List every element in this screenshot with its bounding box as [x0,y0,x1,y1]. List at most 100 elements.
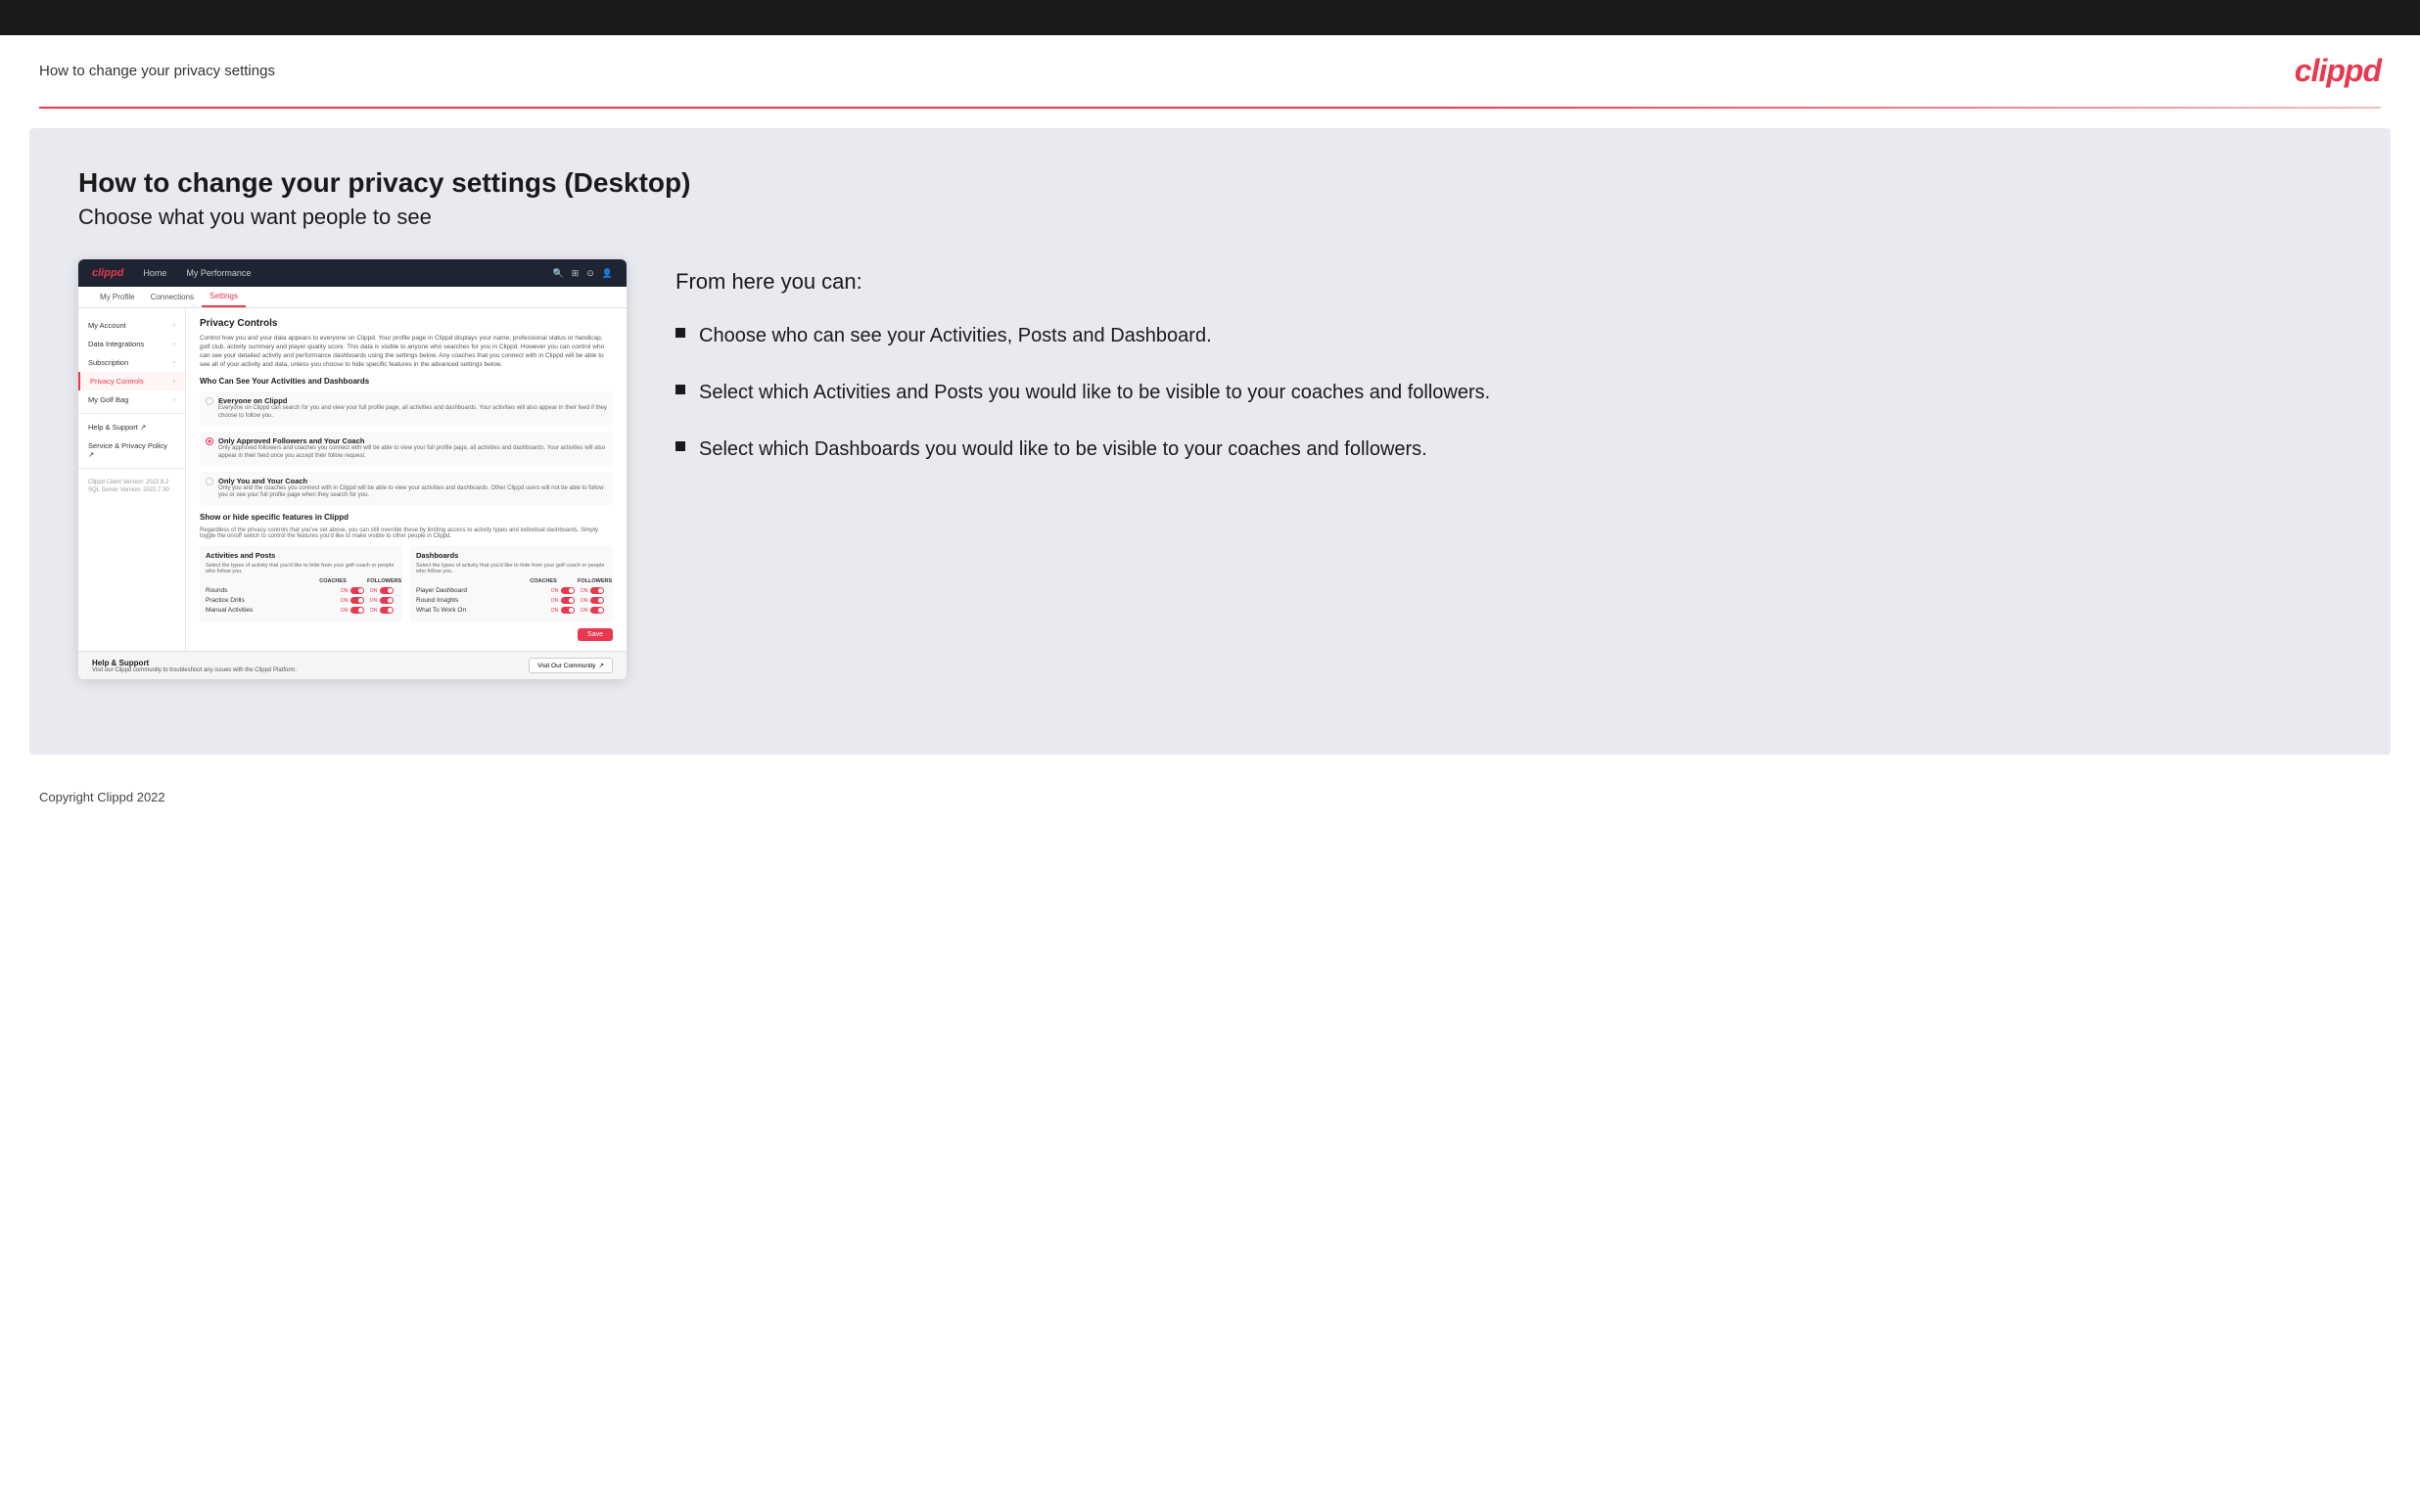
radio-everyone[interactable]: Everyone on Clippd Everyone on Clippd ca… [200,391,613,426]
app-main-area: Privacy Controls Control how you and you… [186,308,627,651]
activities-header-row: COACHES FOLLOWERS [206,578,396,584]
dash-followers-header: FOLLOWERS [578,578,607,584]
copyright-text: Copyright Clippd 2022 [39,790,165,804]
toggle-row-manual: Manual Activities ON ON [206,607,396,614]
subnav-settings[interactable]: Settings [202,287,246,307]
radio-only-coach[interactable]: Only You and Your Coach Only you and the… [200,472,613,506]
app-nav-performance: My Performance [186,268,251,278]
show-hide-heading: Show or hide specific features in Clippd [200,513,613,522]
practice-followers-toggle[interactable]: ON [367,597,396,604]
dashboards-table-title: Dashboards [416,551,607,560]
toggle-row-what-to-work: What To Work On ON ON [416,607,607,614]
round-insights-coaches-pill [561,597,575,604]
bullet-text-3: Select which Dashboards you would like t… [699,435,1427,463]
main-content: How to change your privacy settings (Des… [29,128,2391,755]
sidebar-item-privacy[interactable]: Privacy Controls › [78,372,185,390]
page-heading: How to change your privacy settings (Des… [78,167,2342,199]
wtwo-coaches-pill [561,607,575,614]
show-hide-desc: Regardless of the privacy controls that … [200,527,613,539]
sidebar-item-help[interactable]: Help & Support ↗ [78,418,185,436]
chevron-right-icon: › [173,323,175,329]
help-bar-desc: Visit our Clippd community to troublesho… [92,667,297,673]
practice-coaches-pill [350,597,364,604]
sidebar-version: Clippd Client Version: 2022.8.2SQL Serve… [78,473,185,501]
app-nav-logo: clippd [92,267,123,279]
settings-icon: ⊙ [586,268,594,279]
player-dash-followers-toggle[interactable]: ON [578,587,607,594]
activities-table-title: Activities and Posts [206,551,396,560]
coaches-header: COACHES [318,578,348,584]
dashboards-table-desc: Select the types of activity that you'd … [416,563,607,574]
sidebar-divider-2 [78,468,185,469]
logo: clippd [2295,53,2381,89]
app-body: My Account › Data Integrations › Subscri… [78,308,627,651]
grid-icon: ⊞ [572,268,580,279]
external-link-icon: ↗ [599,662,604,669]
sidebar-item-subscription[interactable]: Subscription › [78,353,185,372]
app-nav-home: Home [143,268,166,278]
round-insights-followers-pill [590,597,604,604]
radio-circle-coach [206,478,213,485]
manual-followers-pill [380,607,394,614]
player-dash-coaches-pill [561,587,575,594]
round-insights-followers-toggle[interactable]: ON [578,597,607,604]
sidebar-item-account[interactable]: My Account › [78,316,185,335]
who-can-see-heading: Who Can See Your Activities and Dashboar… [200,377,613,386]
right-panel: From here you can: Choose who can see yo… [675,259,2342,463]
rounds-coaches-pill [350,587,364,594]
page-subheading: Choose what you want people to see [78,205,2342,230]
rounds-followers-pill [380,587,394,594]
toggle-row-player-dashboard: Player Dashboard ON ON [416,587,607,594]
manual-coaches-toggle[interactable]: ON [338,607,367,614]
toggle-tables: Activities and Posts Select the types of… [200,545,613,622]
dashboards-table: Dashboards Select the types of activity … [410,545,613,622]
subnav-profile[interactable]: My Profile [92,287,143,307]
wtwo-followers-toggle[interactable]: ON [578,607,607,614]
header-title: How to change your privacy settings [39,63,275,79]
bullet-item-1: Choose who can see your Activities, Post… [675,322,2342,349]
app-nav-icons: 🔍 ⊞ ⊙ 👤 [552,268,613,279]
player-dash-followers-pill [590,587,604,594]
bullet-text-1: Choose who can see your Activities, Post… [699,322,1212,349]
sidebar-item-data-integrations[interactable]: Data Integrations › [78,335,185,353]
rounds-coaches-toggle[interactable]: ON [338,587,367,594]
privacy-controls-title: Privacy Controls [200,318,613,329]
toggle-row-round-insights: Round Insights ON ON [416,597,607,604]
sidebar-item-golf-bag[interactable]: My Golf Bag › [78,390,185,409]
round-insights-coaches-toggle[interactable]: ON [548,597,578,604]
followers-header: FOLLOWERS [367,578,396,584]
chevron-right-icon: › [173,360,175,366]
toggle-row-rounds: Rounds ON ON [206,587,396,594]
chevron-right-icon: › [173,379,175,385]
help-bar-content: Help & Support Visit our Clippd communit… [92,659,297,673]
toggle-row-practice: Practice Drills ON ON [206,597,396,604]
wtwo-coaches-toggle[interactable]: ON [548,607,578,614]
dashboards-header-row: COACHES FOLLOWERS [416,578,607,584]
save-row: Save [200,628,613,641]
manual-coaches-pill [350,607,364,614]
bullet-text-2: Select which Activities and Posts you wo… [699,379,1490,406]
footer: Copyright Clippd 2022 [0,774,2420,820]
from-here-title: From here you can: [675,269,2342,295]
screenshot-mockup: clippd Home My Performance 🔍 ⊞ ⊙ 👤 My Pr… [78,259,627,679]
chevron-right-icon: › [173,342,175,347]
radio-circle-everyone [206,397,213,405]
visit-community-button[interactable]: Visit Our Community ↗ [529,658,613,673]
manual-followers-toggle[interactable]: ON [367,607,396,614]
rounds-followers-toggle[interactable]: ON [367,587,396,594]
app-sidebar: My Account › Data Integrations › Subscri… [78,308,186,651]
help-bar: Help & Support Visit our Clippd communit… [78,651,627,679]
sidebar-item-privacy-policy[interactable]: Service & Privacy Policy ↗ [78,436,185,464]
save-button[interactable]: Save [578,628,613,641]
dash-coaches-header: COACHES [529,578,558,584]
radio-content-coach: Only You and Your Coach Only you and the… [218,477,607,501]
player-dash-coaches-toggle[interactable]: ON [548,587,578,594]
search-icon: 🔍 [552,268,563,279]
activities-table: Activities and Posts Select the types of… [200,545,402,622]
bullet-square-3 [675,441,685,451]
bullet-item-3: Select which Dashboards you would like t… [675,435,2342,463]
chevron-right-icon: › [173,397,175,403]
subnav-connections[interactable]: Connections [143,287,202,307]
radio-followers-coach[interactable]: Only Approved Followers and Your Coach O… [200,432,613,466]
practice-coaches-toggle[interactable]: ON [338,597,367,604]
